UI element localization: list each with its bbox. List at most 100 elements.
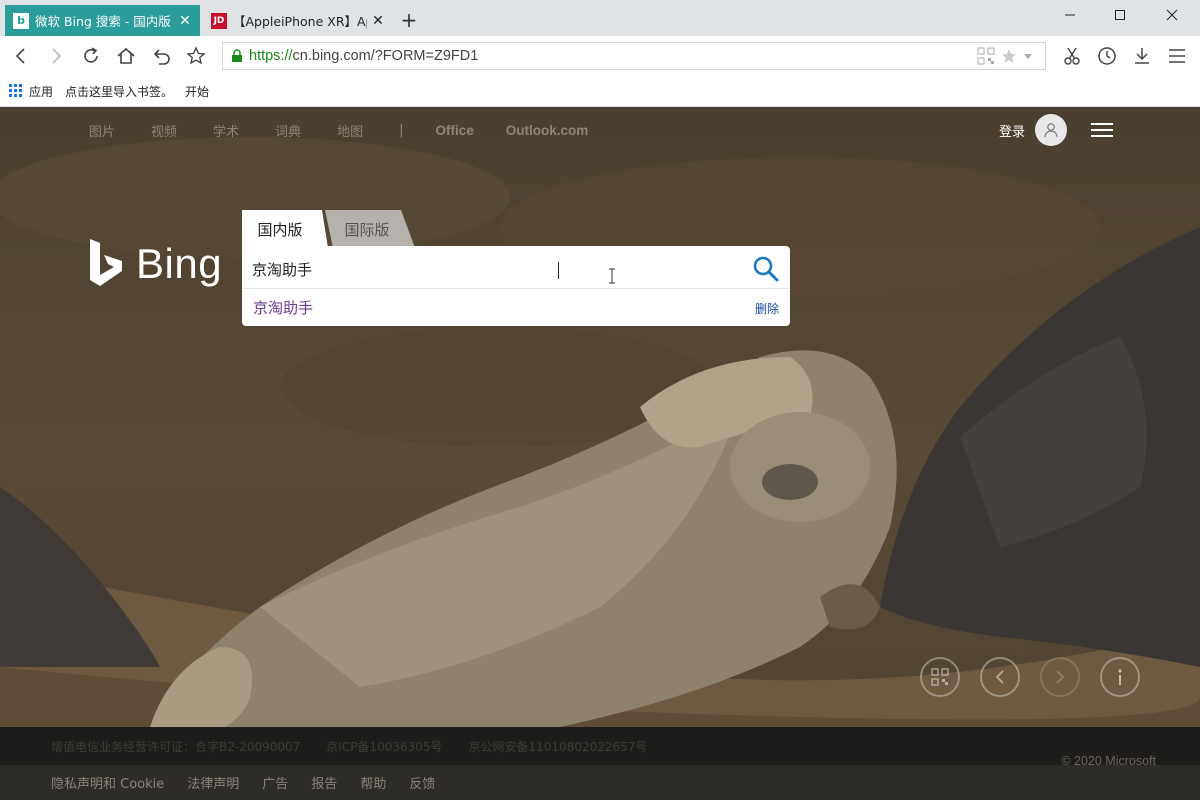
nav-academic[interactable]: 学术 xyxy=(213,121,239,140)
user-icon xyxy=(1044,123,1058,138)
minimize-icon xyxy=(1065,14,1075,16)
nav-office[interactable]: Office xyxy=(435,123,473,138)
license-text: 增值电信业务经营许可证：合字B2-20090007 xyxy=(51,739,301,754)
bing-logo-icon xyxy=(90,239,122,286)
chevron-left-icon xyxy=(995,670,1004,684)
footer-ads-link[interactable]: 广告 xyxy=(262,773,288,792)
scissors-icon xyxy=(1064,47,1080,65)
home-icon xyxy=(117,47,135,64)
bing-logo[interactable]: Bing xyxy=(88,239,222,289)
tab-domestic[interactable]: 国内版 xyxy=(242,210,328,248)
chevron-right-icon xyxy=(1056,670,1065,684)
search-box: 京淘助手 删除 xyxy=(242,246,790,326)
chevron-down-icon[interactable] xyxy=(1023,51,1033,61)
qr-code-icon xyxy=(931,668,949,686)
logo-text: Bing xyxy=(136,240,223,287)
image-info-button[interactable] xyxy=(1100,657,1140,697)
maximize-icon xyxy=(1115,10,1125,20)
menu-line xyxy=(1091,123,1113,125)
menu-button[interactable] xyxy=(1165,44,1189,68)
maximize-button[interactable] xyxy=(1092,0,1148,30)
search-icon[interactable] xyxy=(752,255,780,283)
menu-line xyxy=(1091,129,1113,131)
clock-icon xyxy=(1098,47,1116,65)
star-icon xyxy=(186,46,206,65)
footer-help-link[interactable]: 帮助 xyxy=(360,773,386,792)
tab-title: 【AppleiPhone XR】Apple xyxy=(233,14,367,29)
menu-line xyxy=(1091,135,1113,137)
home-button[interactable] xyxy=(114,44,138,68)
background-image-seal xyxy=(0,107,1200,800)
address-bar-actions xyxy=(977,47,1033,65)
bing-homepage: 图片 视频 学术 词典 地图 | Office Outlook.com 登录 B… xyxy=(0,107,1200,800)
screenshot-button[interactable] xyxy=(1060,44,1084,68)
nav-separator: | xyxy=(399,123,404,138)
download-icon xyxy=(1135,48,1149,64)
bookmark-label: 点击这里导入书签。 xyxy=(65,84,174,99)
close-icon[interactable]: ✕ xyxy=(371,13,385,29)
nav-maps[interactable]: 地图 xyxy=(337,121,363,140)
tab-international[interactable]: 国际版 xyxy=(325,210,415,248)
footer-links: 隐私声明和 Cookie 法律声明 广告 报告 帮助 反馈 xyxy=(0,765,1200,800)
nav-images[interactable]: 图片 xyxy=(89,121,115,140)
footer-license-bar: 增值电信业务经营许可证：合字B2-20090007 京ICP备10036305号… xyxy=(0,727,1200,765)
chevron-left-icon xyxy=(15,48,25,64)
address-bar[interactable]: https://cn.bing.com/?FORM=Z9FD1 xyxy=(222,42,1046,70)
suggestion-divider xyxy=(242,288,790,289)
search-input[interactable] xyxy=(252,256,732,282)
new-tab-button[interactable]: + xyxy=(398,9,420,31)
footer-privacy-link[interactable]: 隐私声明和 Cookie xyxy=(51,773,164,792)
nav-dictionary[interactable]: 词典 xyxy=(275,121,301,140)
chevron-right-icon xyxy=(52,48,62,64)
favorite-button[interactable] xyxy=(184,44,208,68)
avatar[interactable] xyxy=(1035,114,1067,146)
browser-toolbar: https://cn.bing.com/?FORM=Z9FD1 xyxy=(0,36,1200,76)
footer-legal-link[interactable]: 法律声明 xyxy=(187,773,239,792)
downloads-button[interactable] xyxy=(1130,44,1154,68)
tab-title: 微软 Bing 搜索 - 国内版 xyxy=(35,14,171,29)
qr-code-icon[interactable] xyxy=(977,47,995,65)
tab-strip: b 微软 Bing 搜索 - 国内版 ✕ JD 【AppleiPhone XR】… xyxy=(0,0,1200,36)
reload-button[interactable] xyxy=(79,44,103,68)
forward-button[interactable] xyxy=(44,44,68,68)
police-record-link[interactable]: 京公网安备11010802022657号 xyxy=(469,738,648,755)
suggestion-delete-link[interactable]: 删除 xyxy=(755,300,779,317)
text-cursor-icon xyxy=(609,268,615,284)
tab-jd[interactable]: JD 【AppleiPhone XR】Apple ✕ xyxy=(203,5,393,36)
url-scheme: https:// xyxy=(249,48,293,64)
bookmark-start[interactable]: 开始 xyxy=(185,83,209,100)
bookmarks-bar: 应用 点击这里导入书签。 开始 xyxy=(0,76,1200,106)
nav-videos[interactable]: 视频 xyxy=(151,121,177,140)
undo-button[interactable] xyxy=(149,44,173,68)
suggestion-item[interactable]: 京淘助手 xyxy=(253,297,313,318)
qr-code-button[interactable] xyxy=(920,657,960,697)
close-window-button[interactable] xyxy=(1144,0,1200,30)
apps-grid-icon xyxy=(9,84,22,97)
next-image-button[interactable] xyxy=(1040,657,1080,697)
tab-bing[interactable]: b 微软 Bing 搜索 - 国内版 ✕ xyxy=(5,5,200,36)
icp-link[interactable]: 京ICP备10036305号 xyxy=(326,738,442,755)
bookmark-apps[interactable]: 应用 xyxy=(9,83,53,100)
nav-outlook[interactable]: Outlook.com xyxy=(506,123,589,138)
jd-favicon-icon: JD xyxy=(211,12,227,29)
back-button[interactable] xyxy=(9,44,33,68)
info-icon xyxy=(1118,669,1122,685)
menu-icon xyxy=(1169,49,1185,63)
footer-feedback-link[interactable]: 反馈 xyxy=(409,773,435,792)
footer-report-link[interactable]: 报告 xyxy=(311,773,337,792)
url-text: cn.bing.com/?FORM=Z9FD1 xyxy=(292,48,479,64)
previous-image-button[interactable] xyxy=(980,657,1020,697)
bookmark-label: 应用 xyxy=(29,84,54,99)
login-link[interactable]: 登录 xyxy=(999,121,1025,140)
reload-icon xyxy=(84,47,98,63)
undo-icon xyxy=(153,49,170,65)
lock-icon xyxy=(232,49,242,62)
bookmark-import[interactable]: 点击这里导入书签。 xyxy=(65,83,173,100)
page-menu-button[interactable] xyxy=(1091,123,1113,137)
star-icon[interactable] xyxy=(1001,48,1017,64)
bookmark-label: 开始 xyxy=(185,84,210,99)
minimize-button[interactable] xyxy=(1042,0,1098,30)
history-button[interactable] xyxy=(1095,44,1119,68)
close-icon[interactable]: ✕ xyxy=(178,13,192,29)
close-icon xyxy=(1166,9,1178,21)
